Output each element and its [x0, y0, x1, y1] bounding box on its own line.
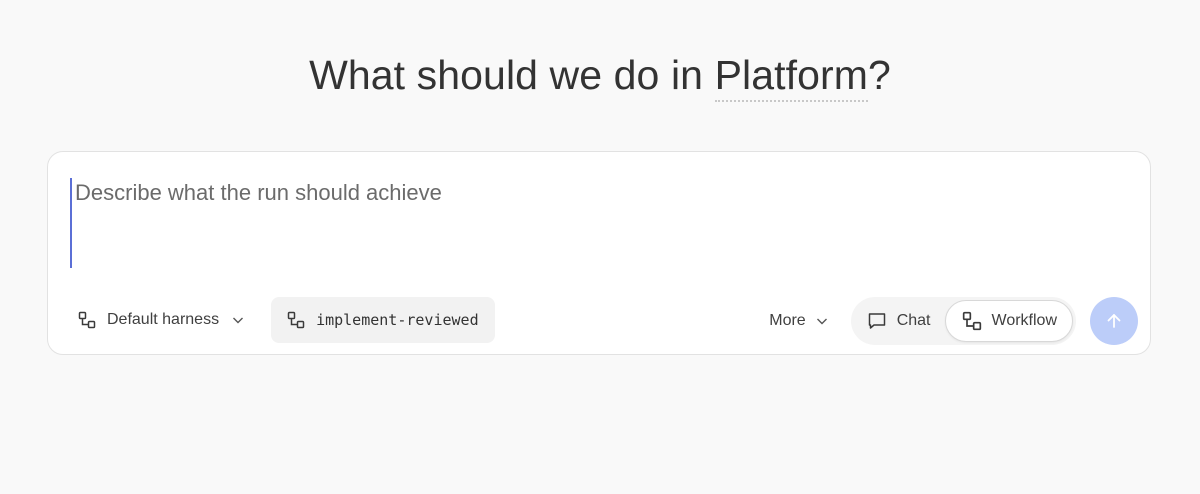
composer-toolbar-right: More Chat Workflow — [769, 297, 1138, 345]
chat-bubble-icon — [867, 311, 887, 331]
page-title: What should we do in Platform? — [0, 50, 1200, 102]
title-suffix: ? — [868, 52, 891, 98]
more-label: More — [769, 312, 806, 329]
chat-mode-label: Chat — [896, 312, 931, 329]
send-button[interactable] — [1090, 297, 1138, 345]
workflow-icon — [287, 311, 305, 329]
run-composer: Default harness implement-reviewed — [47, 151, 1151, 355]
more-menu-button[interactable]: More — [769, 312, 828, 330]
composer-toolbar-left: Default harness implement-reviewed — [70, 297, 495, 343]
workflow-mode-button[interactable]: Workflow — [944, 300, 1073, 342]
workflow-chip-label: implement-reviewed — [316, 311, 479, 329]
arrow-up-icon — [1105, 312, 1123, 330]
workflow-mode-label: Workflow — [991, 312, 1058, 329]
title-prefix: What should we do in — [309, 52, 715, 98]
run-description-input[interactable] — [70, 178, 1130, 268]
mode-toggle: Chat Workflow — [850, 297, 1076, 345]
harness-selector[interactable]: Default harness — [70, 297, 259, 343]
chevron-down-icon — [231, 313, 245, 327]
workflow-icon — [78, 311, 96, 329]
workflow-icon — [962, 311, 982, 331]
chevron-down-icon — [815, 314, 829, 328]
page: What should we do in Platform? Default h… — [0, 0, 1200, 494]
workflow-chip[interactable]: implement-reviewed — [271, 297, 495, 343]
harness-label: Default harness — [107, 311, 220, 328]
workspace-selector[interactable]: Platform — [714, 52, 869, 102]
chat-mode-button[interactable]: Chat — [851, 300, 945, 342]
